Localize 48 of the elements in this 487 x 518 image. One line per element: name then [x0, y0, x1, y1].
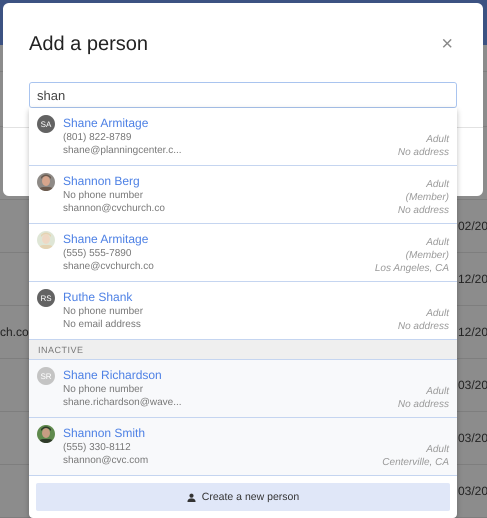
person-result[interactable]: SR Shane Richardson No phone number shane.richardson@wave... Adult No address	[29, 360, 457, 418]
person-detail: Adult	[426, 178, 449, 191]
person-name: Ruthe Shank	[63, 289, 134, 305]
email-address: No email address	[63, 318, 142, 331]
close-button[interactable]: ×	[437, 32, 457, 56]
person-result[interactable]: SA Shane Armitage (801) 822-8789 shane@planningcenter.c... Adult No address	[29, 108, 457, 166]
email-address: shane@planningcenter.c...	[63, 144, 183, 157]
phone-number: (801) 822-8789	[63, 131, 132, 144]
email-address: shannon@cvc.com	[63, 454, 150, 467]
person-detail: Adult	[426, 443, 449, 456]
phone-number: No phone number	[63, 305, 144, 318]
person-detail: Adult	[426, 133, 449, 146]
person-detail: Los Angeles, CA	[374, 262, 449, 275]
person-name: Shane Armitage	[63, 231, 150, 247]
person-name: Shane Armitage	[63, 115, 150, 131]
phone-number: No phone number	[63, 189, 144, 202]
avatar-initials: RS	[37, 289, 55, 307]
person-detail: No address	[398, 398, 449, 411]
phone-number: (555) 555-7890	[63, 247, 132, 260]
phone-number: (555) 330-8112	[63, 441, 132, 454]
dialog-title: Add a person	[29, 32, 148, 56]
person-detail: Adult	[426, 236, 449, 249]
avatar-initials: SA	[37, 115, 55, 133]
phone-number: No phone number	[63, 383, 144, 396]
person-detail: No address	[398, 320, 449, 333]
person-detail: No address	[398, 146, 449, 159]
person-result[interactable]: Shane Armitage (555) 555-7890 shane@cvchurch.co Adult (Member) Los Angeles, CA	[29, 224, 457, 282]
person-result[interactable]: Shannon Berg No phone number shannon@cvchurch.co Adult (Member) No address	[29, 166, 457, 224]
person-detail: Adult	[426, 385, 449, 398]
create-person-button[interactable]: Create a new person	[36, 483, 450, 511]
section-heading: INACTIVE	[29, 340, 457, 360]
person-result[interactable]: RS Ruthe Shank No phone number No email address Adult No address	[29, 282, 457, 340]
email-address: shannon@cvchurch.co	[63, 202, 166, 215]
person-name: Shannon Smith	[63, 425, 146, 441]
email-address: shane.richardson@wave...	[63, 396, 183, 409]
person-detail: Adult	[426, 307, 449, 320]
person-icon	[186, 492, 196, 502]
avatar-initials: SR	[37, 367, 55, 385]
person-name: Shannon Berg	[63, 173, 141, 189]
person-detail: No address	[398, 204, 449, 217]
person-detail: (Member)	[406, 249, 449, 262]
person-name: Shane Richardson	[63, 367, 163, 383]
person-detail: (Member)	[406, 191, 449, 204]
email-address: shane@cvchurch.co	[63, 260, 155, 273]
search-field[interactable]: shan	[29, 82, 457, 108]
person-result[interactable]: Shannon Smith (555) 330-8112 shannon@cvc.com Adult Centerville, CA	[29, 418, 457, 476]
background-text: ch.co	[0, 325, 29, 339]
person-detail: Centerville, CA	[382, 456, 449, 469]
